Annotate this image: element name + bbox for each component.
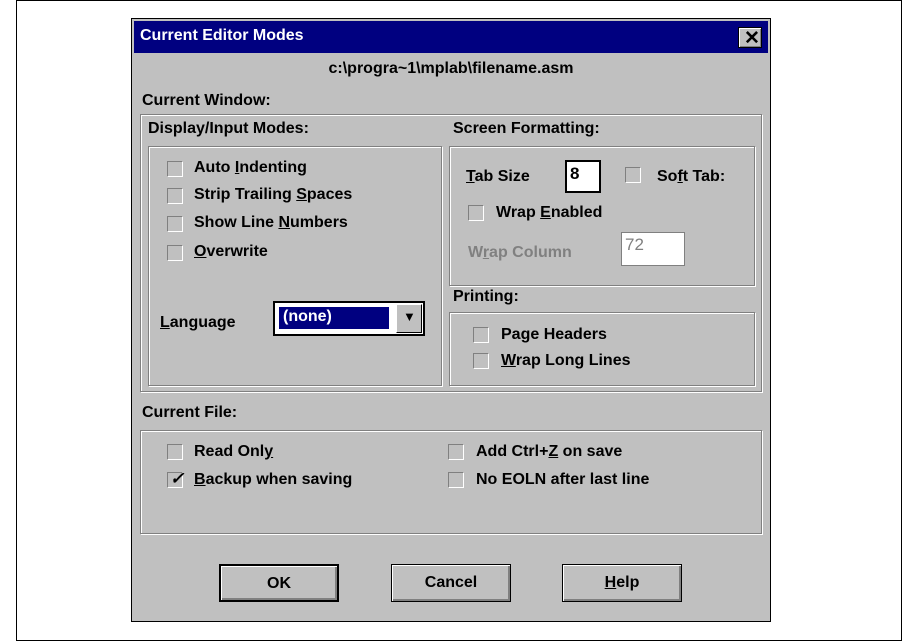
- language-dropdown[interactable]: (none) ▼: [273, 301, 425, 336]
- auto-indenting-checkbox[interactable]: [167, 161, 183, 177]
- wrap-enabled-label: Wrap Enabled: [496, 204, 603, 221]
- ok-button[interactable]: OK: [219, 564, 339, 602]
- strip-trailing-spaces-label: Strip Trailing Spaces: [194, 186, 353, 203]
- soft-tab-label: Soft Tab:: [657, 168, 726, 185]
- screen-formatting-heading: Screen Formatting:: [453, 120, 600, 137]
- wrap-column-label: Wrap Column: [468, 244, 572, 261]
- tab-size-input[interactable]: 8: [565, 160, 601, 193]
- add-ctrl-z-label: Add Ctrl+Z on save: [476, 443, 623, 460]
- wrap-enabled-checkbox[interactable]: [468, 205, 484, 221]
- show-line-numbers-checkbox[interactable]: [167, 216, 183, 232]
- editor-modes-dialog: Current Editor Modes ✕ c:\progra~1\mplab…: [131, 18, 771, 622]
- soft-tab-checkbox[interactable]: [625, 167, 641, 183]
- page-frame-top: [16, 0, 902, 1]
- current-window-heading: Current Window:: [142, 92, 271, 109]
- current-file-heading: Current File:: [142, 404, 238, 421]
- backup-when-saving-label: Backup when saving: [194, 471, 353, 488]
- close-icon: ✕: [744, 28, 760, 49]
- add-ctrl-z-checkbox[interactable]: [448, 444, 464, 460]
- chevron-down-icon: ▼: [403, 309, 416, 324]
- no-eoln-label: No EOLN after last line: [476, 471, 650, 488]
- cancel-button-label: Cancel: [424, 574, 478, 591]
- ok-button-label: OK: [267, 575, 291, 592]
- tab-size-label: Tab Size: [466, 168, 530, 185]
- overwrite-checkbox[interactable]: [167, 245, 183, 261]
- display-input-group: [148, 146, 442, 386]
- no-eoln-checkbox[interactable]: [448, 472, 464, 488]
- file-path: c:\progra~1\mplab\filename.asm: [328, 60, 574, 77]
- page-headers-checkbox[interactable]: [473, 327, 489, 343]
- printing-group: [449, 312, 755, 386]
- dialog-title: Current Editor Modes: [140, 27, 304, 44]
- show-line-numbers-label: Show Line Numbers: [194, 214, 348, 231]
- backup-when-saving-checkbox[interactable]: ✓: [167, 469, 185, 488]
- cancel-button[interactable]: Cancel: [391, 564, 511, 602]
- auto-indenting-label: Auto Indenting: [194, 159, 307, 176]
- page-frame-right: [901, 0, 902, 641]
- overwrite-label: Overwrite: [194, 243, 268, 260]
- help-button[interactable]: Help: [562, 564, 682, 602]
- read-only-label: Read Only: [194, 443, 274, 460]
- dropdown-arrow-button[interactable]: ▼: [396, 304, 422, 333]
- language-label: Language: [160, 314, 236, 331]
- wrap-long-lines-label: Wrap Long Lines: [501, 352, 631, 369]
- page-frame-left: [16, 0, 17, 641]
- language-selected-value: (none): [278, 306, 390, 330]
- wrap-long-lines-checkbox[interactable]: [473, 353, 489, 369]
- display-input-heading: Display/Input Modes:: [148, 120, 309, 137]
- wrap-column-input: 72: [621, 232, 685, 266]
- read-only-checkbox[interactable]: [167, 444, 183, 460]
- page-headers-label: Page Headers: [501, 326, 607, 343]
- strip-trailing-spaces-checkbox[interactable]: [167, 188, 183, 204]
- help-button-label: Help: [604, 574, 640, 591]
- printing-heading: Printing:: [453, 288, 519, 305]
- title-bar[interactable]: Current Editor Modes ✕: [134, 21, 768, 53]
- close-button[interactable]: ✕: [738, 27, 762, 49]
- checkmark-icon: ✓: [170, 469, 185, 488]
